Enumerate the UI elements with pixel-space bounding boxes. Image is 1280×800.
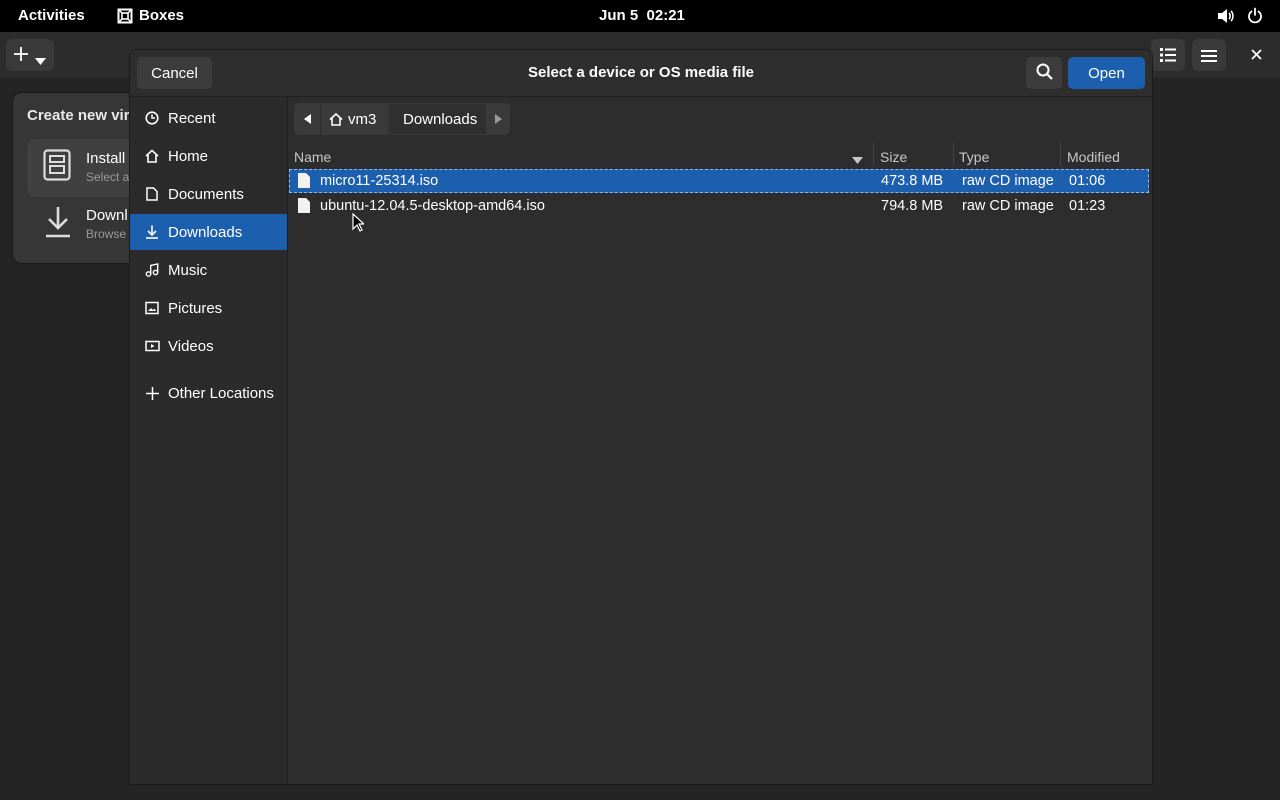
file-row[interactable]: micro11-25314.iso 473.8 MB raw CD image … [289,169,1149,193]
chevron-down-icon [35,52,46,68]
sidebar-item-recent[interactable]: Recent [130,100,287,136]
close-icon[interactable] [1251,47,1262,63]
column-divider [1060,142,1061,166]
search-icon [1036,63,1053,84]
picture-icon [144,300,160,316]
path-back-button[interactable] [294,103,320,135]
mouse-pointer-icon [352,212,366,235]
search-button[interactable] [1026,57,1062,89]
file-size: 794.8 MB [881,198,944,214]
power-icon[interactable] [1247,7,1263,27]
file-name: micro11-25314.iso [320,173,439,189]
column-header-name[interactable]: Name [294,149,331,165]
list-view-icon [1160,48,1176,65]
install-subtitle: Select a [86,170,130,184]
path-segment-label: vm3 [348,110,377,128]
plus-icon [14,47,28,64]
home-icon [144,148,160,164]
plus-icon [144,385,160,401]
sidebar-item-downloads[interactable]: Downloads [130,214,287,250]
download-icon [44,205,72,242]
clock-icon [144,110,160,126]
sidebar-item-other-locations[interactable]: Other Locations [130,375,287,411]
file-type: raw CD image [962,173,1054,189]
chevron-left-icon [303,111,311,128]
file-type: raw CD image [962,198,1054,214]
volume-icon[interactable] [1217,8,1235,27]
file-modified: 01:23 [1069,198,1106,214]
install-title: Install [86,150,126,167]
sidebar-item-label: Videos [168,337,214,355]
sidebar-item-label: Downloads [168,223,243,241]
sidebar-item-music[interactable]: Music [130,252,287,288]
app-menu-button[interactable]: Boxes [139,7,184,24]
download-icon [144,224,160,240]
video-icon [144,338,160,354]
sort-descending-icon[interactable] [852,151,863,167]
clock[interactable]: Jun 5 02:21 [599,7,685,24]
column-divider [953,142,954,166]
file-size: 473.8 MB [881,173,944,189]
path-segment-label: Downloads [403,110,478,128]
new-machine-button[interactable] [6,39,54,71]
list-view-button[interactable] [1151,39,1185,71]
document-icon [144,186,160,202]
music-icon [144,262,160,278]
chevron-right-icon [495,111,502,128]
popover-title: Create new virt [27,107,135,124]
sidebar-item-pictures[interactable]: Pictures [130,290,287,326]
main-menu-button[interactable] [1192,39,1226,71]
file-row[interactable]: ubuntu-12.04.5-desktop-amd64.iso 794.8 M… [289,194,1149,218]
file-modified: 01:06 [1069,173,1106,189]
places-sidebar: Recent Home Documents Downloads Music Pi… [130,97,288,784]
sidebar-item-videos[interactable]: Videos [130,328,287,364]
sidebar-item-label: Other Locations [168,384,274,402]
sidebar-item-label: Music [168,261,208,279]
path-segment-home[interactable]: vm3 [321,103,388,135]
hamburger-icon [1201,49,1217,65]
file-name: ubuntu-12.04.5-desktop-amd64.iso [320,198,545,214]
sidebar-item-documents[interactable]: Documents [130,176,287,212]
top-bar: Activities Boxes Jun 5 02:21 [0,0,1280,32]
download-subtitle: Browse [86,227,127,241]
dialog-headerbar: Cancel Select a device or OS media file … [130,50,1152,97]
sidebar-item-label: Recent [168,109,216,127]
file-icon [298,173,310,192]
column-header-size[interactable]: Size [880,149,907,165]
sidebar-item-label: Documents [168,185,244,203]
open-button[interactable]: Open [1068,57,1145,89]
dialog-title: Select a device or OS media file [528,64,754,81]
sidebar-item-label: Pictures [168,299,223,317]
download-title: Downl [86,207,128,224]
file-chooser-dialog: Cancel Select a device or OS media file … [129,49,1153,785]
sidebar-item-label: Home [168,147,209,165]
column-header-modified[interactable]: Modified [1067,149,1120,165]
path-forward-button[interactable] [487,103,510,135]
disk-icon [43,149,71,184]
sidebar-item-home[interactable]: Home [130,138,287,174]
home-icon [329,112,343,126]
column-divider [873,142,874,166]
path-segment-downloads[interactable]: Downloads [389,103,487,135]
boxes-app-icon [117,8,133,27]
column-header-type[interactable]: Type [959,149,989,165]
activities-button[interactable]: Activities [18,7,85,24]
file-icon [298,198,310,217]
